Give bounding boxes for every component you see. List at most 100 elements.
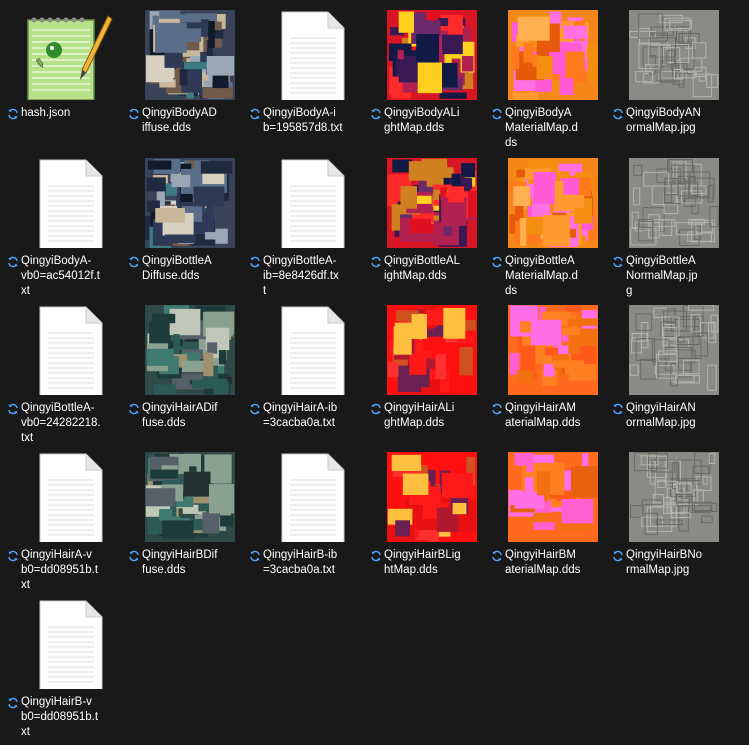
file-name: QingyiBottleA-vb0=24282218. txt xyxy=(21,401,121,446)
file-label: QingyiHairALi ghtMap.dds xyxy=(368,401,486,445)
file-name-line: QingyiHairBM xyxy=(505,549,576,561)
file-item[interactable]: QingyiBodyALi ghtMap.dds xyxy=(368,2,486,148)
file-name-line: ib=8e8426df.tx xyxy=(263,270,339,282)
file-label: QingyiBodyALi ghtMap.dds xyxy=(368,106,486,150)
file-label: QingyiBodyA MaterialMap.d ds xyxy=(489,106,607,150)
sync-icon xyxy=(8,403,18,415)
file-item[interactable]: QingyiHairB-v b0=dd08951b.t xt xyxy=(5,591,123,738)
file-name-line: aterialMap.dds xyxy=(505,417,581,429)
file-item[interactable]: QingyiBottleA Diffuse.dds xyxy=(126,150,244,296)
file-label: QingyiBottleA-vb0=24282218. txt xyxy=(5,401,123,445)
sync-icon xyxy=(8,550,18,562)
file-item[interactable]: QingyiBodyA-vb0=ac54012f.t xt xyxy=(5,150,123,298)
file-item[interactable]: QingyiBottleA-ib=8e8426df.tx t xyxy=(247,150,365,297)
file-name-line: QingyiBodyALi xyxy=(384,107,460,119)
file-name: QingyiBottleA Diffuse.dds xyxy=(142,254,242,284)
file-name: QingyiHairALi ghtMap.dds xyxy=(384,401,484,431)
file-name-line: QingyiBottleA xyxy=(626,255,696,267)
file-name-line: QingyiHairAN xyxy=(626,402,696,414)
texture-thumbnail xyxy=(145,158,235,248)
file-item[interactable]: QingyiHairA-ib =3cacba0a.txt xyxy=(247,297,365,443)
sync-icon xyxy=(492,256,502,268)
file-item[interactable]: ✎ hash.json xyxy=(5,2,123,148)
file-item[interactable]: QingyiBottleAL ightMap.dds xyxy=(368,150,486,296)
texture-thumbnail xyxy=(629,158,719,248)
file-item[interactable]: QingyiBodyAN ormalMap.jpg xyxy=(610,2,728,148)
file-label: QingyiHairBDif fuse.dds xyxy=(126,548,244,592)
file-item[interactable]: QingyiBottleA NormalMap.jp g xyxy=(610,150,728,299)
file-item[interactable]: QingyiHairA-v b0=dd08951b.t xt xyxy=(5,444,123,592)
file-label: QingyiBottleA MaterialMap.d ds xyxy=(489,254,607,298)
file-item[interactable]: QingyiBottleA MaterialMap.d ds xyxy=(489,150,607,298)
file-name-line: QingyiBodyA xyxy=(505,107,572,119)
file-item[interactable]: QingyiHairADif fuse.dds xyxy=(126,297,244,443)
sync-icon xyxy=(613,256,623,268)
texture-thumbnail xyxy=(508,158,598,248)
file-item[interactable]: QingyiHairAN ormalMap.jpg xyxy=(610,297,728,443)
file-name-line: QingyiHairA-v xyxy=(21,549,92,561)
file-name-line: htMap.dds xyxy=(384,564,438,576)
file-name: QingyiBodyAN ormalMap.jpg xyxy=(626,106,726,136)
file-name: QingyiBodyA-vb0=ac54012f.t xt xyxy=(21,254,121,299)
sync-icon xyxy=(613,108,623,120)
file-name-line: QingyiHairBLig xyxy=(384,549,461,561)
text-file-icon xyxy=(281,453,345,542)
file-item[interactable]: QingyiHairBLig htMap.dds xyxy=(368,444,486,590)
sync-icon xyxy=(492,108,502,120)
text-file-icon xyxy=(281,159,345,248)
sync-icon xyxy=(250,403,260,415)
file-item[interactable]: QingyiBodyA-i b=195857d8.txt xyxy=(247,2,365,148)
file-name-line: QingyiBottleA xyxy=(142,255,212,267)
file-label: QingyiHairA-v b0=dd08951b.t xt xyxy=(5,548,123,592)
file-name-line: MaterialMap.d xyxy=(505,270,578,282)
file-name-line: ghtMap.dds xyxy=(384,417,445,429)
file-name-line: b0=dd08951b.t xyxy=(21,711,99,723)
file-name-line: QingyiBottleAL xyxy=(384,255,461,267)
file-name-line: QingyiBodyA- xyxy=(21,255,92,267)
file-name: QingyiHairBDif fuse.dds xyxy=(142,548,242,578)
file-item[interactable]: QingyiHairBNo rmalMap.jpg xyxy=(610,444,728,590)
file-item[interactable]: QingyiHairBDif fuse.dds xyxy=(126,444,244,590)
file-name-line: fuse.dds xyxy=(142,417,186,429)
file-label: QingyiHairADif fuse.dds xyxy=(126,401,244,445)
file-item[interactable]: QingyiHairAM aterialMap.dds xyxy=(489,297,607,443)
file-item[interactable]: QingyiBodyAD iffuse.dds xyxy=(126,2,244,148)
file-name-line: QingyiHairA-ib xyxy=(263,402,338,414)
notepad-icon: ✎ xyxy=(27,15,113,100)
file-item[interactable]: QingyiHairB-ib =3cacba0a.txt xyxy=(247,444,365,590)
sync-icon xyxy=(8,256,18,268)
sync-icon xyxy=(8,108,18,120)
sync-icon xyxy=(371,256,381,268)
sync-icon xyxy=(492,403,502,415)
file-item[interactable]: QingyiBottleA-vb0=24282218. txt xyxy=(5,297,123,445)
texture-thumbnail xyxy=(629,452,719,542)
text-file-icon xyxy=(39,306,103,395)
file-name: QingyiHairADif fuse.dds xyxy=(142,401,242,431)
text-file-icon xyxy=(39,600,103,689)
file-name-line: QingyiHairBNo xyxy=(626,549,703,561)
file-name: QingyiBottleA MaterialMap.d ds xyxy=(505,254,605,299)
file-name-line: ds xyxy=(505,137,518,149)
file-label: QingyiHairBNo rmalMap.jpg xyxy=(610,548,728,592)
file-name: QingyiHairA-v b0=dd08951b.t xt xyxy=(21,548,121,593)
file-name: hash.json xyxy=(21,106,121,121)
sync-icon xyxy=(129,403,139,415)
file-name: QingyiBottleAL ightMap.dds xyxy=(384,254,484,284)
file-name: QingyiHairB-ib =3cacba0a.txt xyxy=(263,548,363,578)
file-item[interactable]: QingyiHairBM aterialMap.dds xyxy=(489,444,607,590)
sync-icon xyxy=(8,697,18,709)
file-label: QingyiBodyAD iffuse.dds xyxy=(126,106,244,150)
file-name-line: ormalMap.jpg xyxy=(626,122,696,134)
file-label: QingyiHairA-ib =3cacba0a.txt xyxy=(247,401,365,445)
file-item[interactable]: QingyiHairALi ghtMap.dds xyxy=(368,297,486,443)
file-name-line: QingyiBodyAN xyxy=(626,107,701,119)
file-name-line: fuse.dds xyxy=(142,564,186,576)
file-item[interactable]: QingyiBodyA MaterialMap.d ds xyxy=(489,2,607,150)
file-name: QingyiHairA-ib =3cacba0a.txt xyxy=(263,401,363,431)
file-name-line: ormalMap.jpg xyxy=(626,417,696,429)
file-name: QingyiBodyA-i b=195857d8.txt xyxy=(263,106,363,136)
file-label: QingyiBodyA-vb0=ac54012f.t xt xyxy=(5,254,123,298)
file-name: QingyiBottleA NormalMap.jp g xyxy=(626,254,726,299)
texture-thumbnail xyxy=(387,10,477,100)
file-name-line: ightMap.dds xyxy=(384,270,447,282)
